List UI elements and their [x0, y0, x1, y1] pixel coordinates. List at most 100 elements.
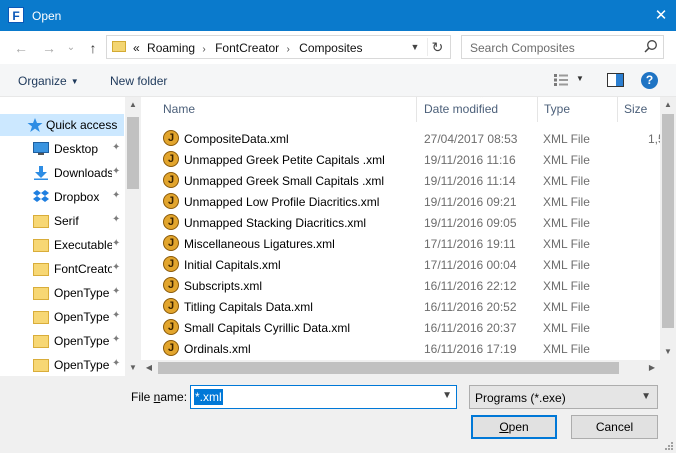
file-type: XML File: [543, 342, 590, 356]
open-accesskey: O: [499, 420, 509, 434]
scroll-down-arrow-icon[interactable]: ▼: [660, 344, 676, 360]
help-icon[interactable]: ?: [641, 72, 658, 89]
sort-indicator-icon: ⌃: [478, 97, 485, 103]
file-type: XML File: [543, 321, 590, 335]
file-row[interactable]: Unmapped Low Profile Diacritics.xml 19/1…: [141, 191, 660, 212]
sidebar-item-label: Desktop: [54, 142, 99, 156]
scroll-up-arrow-icon[interactable]: ▲: [125, 97, 141, 113]
sidebar-item-desktop[interactable]: Desktop ✦: [0, 138, 124, 160]
breadcrumb-composites[interactable]: Composites: [299, 41, 362, 55]
file-list-horizontal-scrollbar[interactable]: ◀ ▶: [141, 360, 660, 376]
command-toolbar: Organize ▼ New folder ▼ ?: [0, 64, 676, 97]
fontcreator-app-icon: F: [8, 7, 24, 23]
file-row[interactable]: Titling Capitals Data.xml 16/11/2016 20:…: [141, 296, 660, 317]
search-placeholder: Search Composites: [470, 41, 575, 55]
view-details-icon[interactable]: [553, 73, 569, 87]
sidebar-item-executable[interactable]: Executable ✦: [0, 234, 124, 256]
file-type: XML File: [543, 132, 590, 146]
search-input[interactable]: Search Composites: [461, 35, 664, 59]
file-row[interactable]: Small Capitals Cyrillic Data.xml 16/11/2…: [141, 317, 660, 338]
scrollbar-thumb[interactable]: [662, 114, 674, 328]
breadcrumb-roaming[interactable]: Roaming: [147, 41, 195, 55]
breadcrumb-fontcreator[interactable]: FontCreator: [215, 41, 279, 55]
column-header-name[interactable]: Name: [157, 97, 417, 122]
file-row[interactable]: Subscripts.xml 16/11/2016 22:12 XML File: [141, 275, 660, 296]
folder-icon: [33, 359, 49, 372]
file-type-value: Programs (*.exe): [475, 391, 566, 405]
sidebar-item-opentype-2[interactable]: OpenType ✦: [0, 306, 124, 328]
sidebar-item-opentype-3[interactable]: OpenType ✦: [0, 330, 124, 352]
scrollbar-thumb[interactable]: [158, 362, 619, 374]
chevron-down-icon[interactable]: ▼: [408, 40, 422, 54]
file-row[interactable]: Unmapped Stacking Diacritics.xml 19/11/2…: [141, 212, 660, 233]
forward-arrow-icon[interactable]: →: [40, 39, 58, 57]
up-arrow-icon[interactable]: ↑: [84, 39, 102, 57]
file-name: Ordinals.xml: [184, 342, 251, 356]
file-type: XML File: [543, 195, 590, 209]
desktop-icon: [33, 142, 49, 155]
file-list-vertical-scrollbar[interactable]: ▲ ▼: [660, 97, 676, 360]
close-button[interactable]: ✕: [646, 0, 676, 31]
sidebar-item-quick-access[interactable]: Quick access: [0, 114, 124, 136]
xml-file-icon: [163, 130, 179, 146]
file-row[interactable]: Ordinals.xml 16/11/2016 17:19 XML File: [141, 338, 660, 359]
dialog-footer: File name: *.xml ▼ Programs (*.exe) ▼ Op…: [0, 376, 676, 453]
sidebar-item-opentype-4[interactable]: OpenType ✦: [0, 354, 124, 376]
file-name-input[interactable]: *.xml ▼: [190, 385, 457, 409]
chevron-right-icon[interactable]: ›: [202, 44, 205, 55]
folder-icon: [33, 287, 49, 300]
file-type: XML File: [543, 258, 590, 272]
scrollbar-thumb[interactable]: [127, 117, 139, 189]
file-type: XML File: [543, 300, 590, 314]
sidebar-item-serif[interactable]: Serif ✦: [0, 210, 124, 232]
cancel-button[interactable]: Cancel: [571, 415, 658, 439]
xml-file-icon: [163, 319, 179, 335]
file-row[interactable]: Miscellaneous Ligatures.xml 17/11/2016 1…: [141, 233, 660, 254]
scroll-left-arrow-icon[interactable]: ◀: [141, 360, 157, 376]
file-name-label: File name:: [131, 390, 187, 404]
sidebar-item-label: Downloads: [54, 166, 112, 180]
pin-icon: ✦: [112, 262, 121, 273]
xml-file-icon: [163, 235, 179, 251]
sidebar-item-dropbox[interactable]: Dropbox ✦: [0, 186, 124, 208]
sidebar-scrollbar[interactable]: ▲ ▼: [125, 97, 141, 376]
sidebar-item-label: FontCreator: [54, 262, 112, 276]
pin-icon: ✦: [112, 286, 121, 297]
open-label: pen: [508, 420, 529, 434]
new-folder-button[interactable]: New folder: [110, 74, 167, 88]
scroll-down-arrow-icon[interactable]: ▼: [125, 360, 141, 376]
pin-icon: ✦: [112, 190, 121, 201]
folder-icon: [33, 215, 49, 228]
file-date: 16/11/2016 17:19: [424, 342, 517, 356]
open-button[interactable]: Open: [471, 415, 557, 439]
file-row[interactable]: Unmapped Greek Petite Capitals .xml 19/1…: [141, 149, 660, 170]
refresh-icon[interactable]: ↻: [427, 38, 447, 56]
chevron-right-icon[interactable]: ›: [286, 44, 289, 55]
back-arrow-icon[interactable]: ←: [12, 39, 30, 57]
file-row[interactable]: Initial Capitals.xml 17/11/2016 00:04 XM…: [141, 254, 660, 275]
file-type: XML File: [543, 174, 590, 188]
scroll-up-arrow-icon[interactable]: ▲: [660, 97, 676, 113]
view-options-chevron-icon[interactable]: ▼: [576, 74, 584, 83]
scrollbar-corner: [660, 360, 676, 376]
file-name: CompositeData.xml: [184, 132, 289, 146]
breadcrumb-overflow[interactable]: «: [133, 41, 140, 55]
recent-locations-chevron-icon[interactable]: ⌄: [62, 39, 80, 57]
address-bar[interactable]: « Roaming › FontCreator › Composites ▼ ↻: [106, 35, 451, 59]
sidebar-item-fontcreator[interactable]: FontCreator ✦: [0, 258, 124, 280]
pin-icon: ✦: [112, 214, 121, 225]
preview-pane-icon[interactable]: [607, 73, 624, 87]
organize-menu[interactable]: Organize ▼: [18, 74, 79, 88]
download-icon: [34, 166, 48, 180]
file-type-select[interactable]: Programs (*.exe) ▼: [469, 385, 658, 409]
column-header-type[interactable]: Type: [538, 97, 618, 122]
sidebar-item-opentype-1[interactable]: OpenType ✦: [0, 282, 124, 304]
resize-grip-icon[interactable]: [664, 441, 674, 451]
star-icon: [27, 118, 43, 132]
chevron-down-icon[interactable]: ▼: [442, 390, 452, 401]
pin-icon: ✦: [112, 238, 121, 249]
file-row[interactable]: CompositeData.xml 27/04/2017 08:53 XML F…: [141, 128, 665, 149]
file-row[interactable]: Unmapped Greek Small Capitals .xml 19/11…: [141, 170, 660, 191]
scroll-right-arrow-icon[interactable]: ▶: [644, 360, 660, 376]
sidebar-item-downloads[interactable]: Downloads ✦: [0, 162, 124, 184]
